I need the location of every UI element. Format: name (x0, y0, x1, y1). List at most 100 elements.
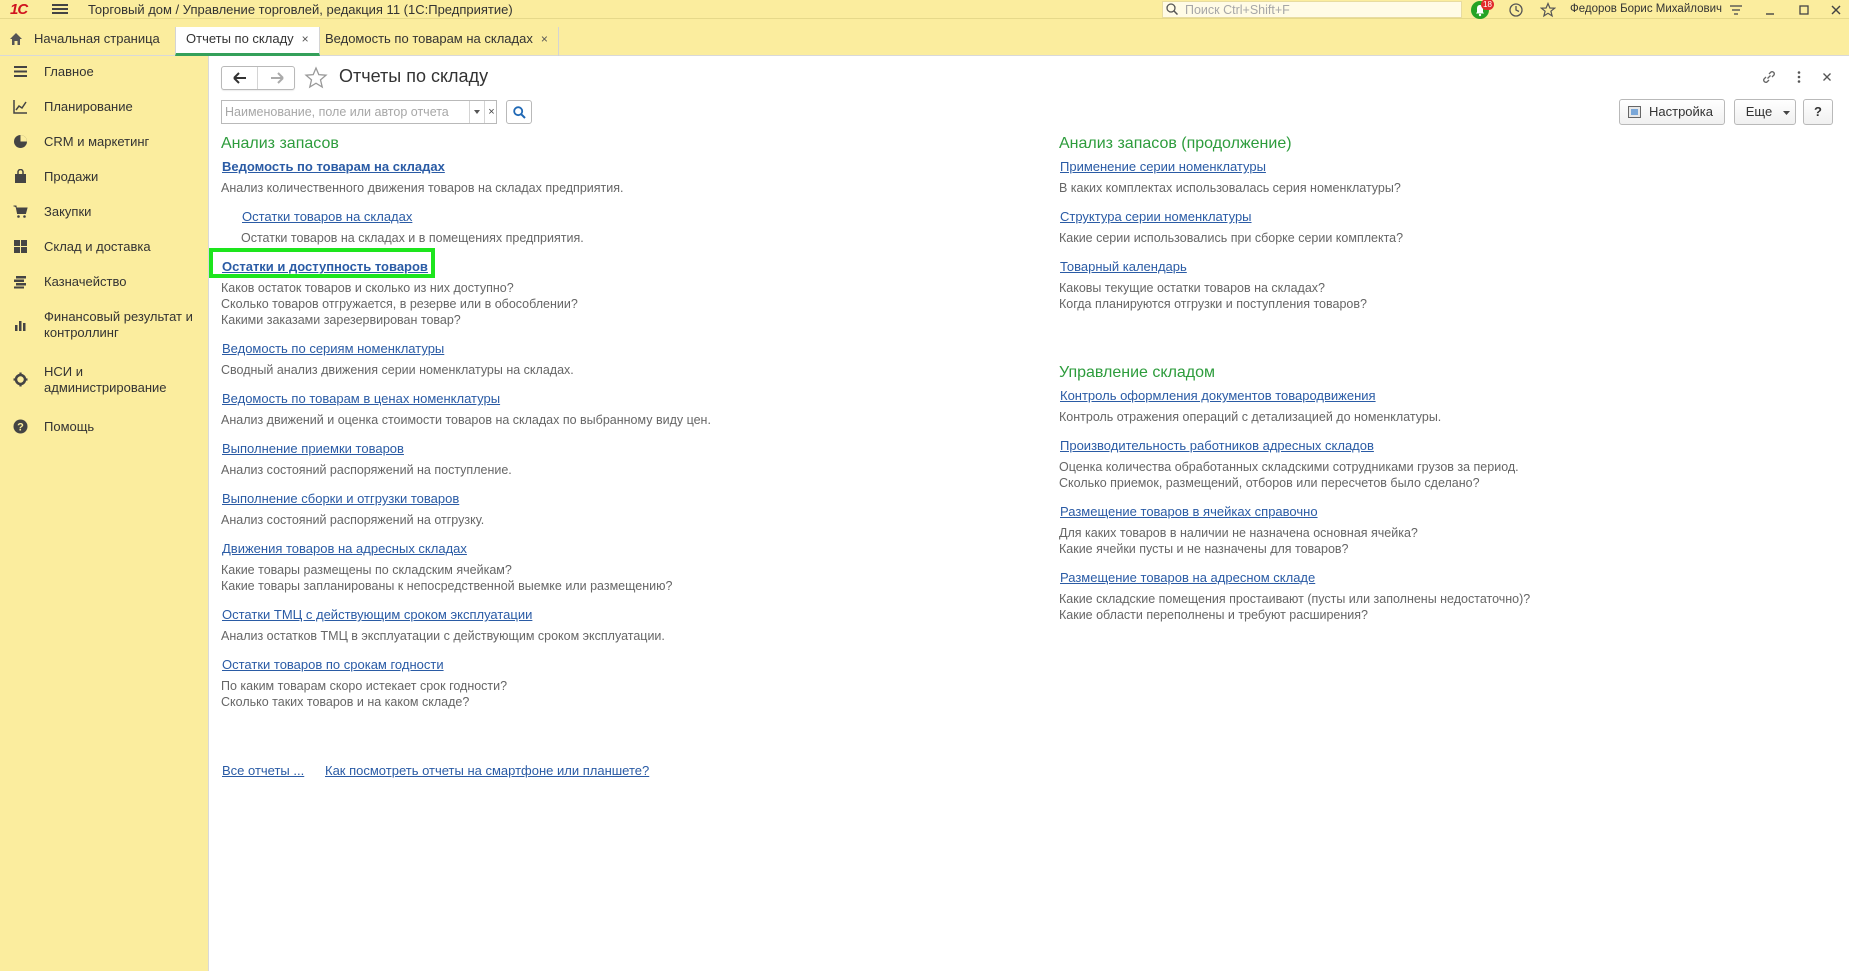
maximize-icon[interactable] (1796, 2, 1812, 18)
sidebar-item-planning[interactable]: Планирование (0, 91, 209, 121)
report-description: Какие товары размещены по складским ячей… (221, 563, 512, 577)
tab-warehouse-reports[interactable]: Отчеты по складу × (175, 27, 320, 56)
report-search-input[interactable]: Наименование, поле или автор отчета × (221, 100, 497, 124)
search-icon (513, 106, 526, 119)
report-link[interactable]: Ведомость по товарам в ценах номенклатур… (222, 391, 500, 406)
notifications-button[interactable]: 18 (1470, 0, 1494, 19)
more-button-label: Еще (1745, 104, 1773, 119)
sidebar-item-warehouse[interactable]: Склад и доставка (0, 231, 209, 261)
close-form-icon[interactable] (1819, 69, 1835, 85)
help-button[interactable]: ? (1803, 99, 1833, 125)
sidebar-item-main[interactable]: Главное (0, 56, 209, 86)
close-window-icon[interactable] (1828, 2, 1844, 18)
planning-icon (13, 100, 27, 114)
report-link-selected[interactable]: Остатки и доступность товаров (222, 259, 428, 274)
more-button[interactable]: Еще (1734, 99, 1796, 125)
favorites-star-icon[interactable] (1540, 2, 1556, 18)
report-link[interactable]: Применение серии номенклатуры (1060, 159, 1266, 174)
sidebar-item-label: Главное (44, 64, 94, 79)
report-link[interactable]: Размещение товаров в ячейках справочно (1060, 504, 1318, 519)
grid-icon (14, 240, 27, 253)
title-bar: 1С Торговый дом / Управление торговлей, … (0, 0, 1849, 19)
sidebar-item-crm[interactable]: CRM и маркетинг (0, 126, 209, 156)
minimize-icon[interactable] (1762, 2, 1778, 18)
all-reports-link[interactable]: Все отчеты ... (222, 763, 304, 778)
report-link[interactable]: Остатки ТМЦ с действующим сроком эксплуа… (222, 607, 532, 622)
app-title: Торговый дом / Управление торговлей, ред… (88, 2, 513, 17)
sidebar-item-label: Склад и доставка (44, 239, 151, 254)
main-menu-icon[interactable] (52, 2, 68, 16)
report-link[interactable]: Остатки товаров по срокам годности (222, 657, 444, 672)
notifications-count: 18 (1481, 0, 1494, 10)
sidebar-item-purchases[interactable]: Закупки (0, 196, 209, 226)
more-vertical-icon[interactable] (1791, 69, 1807, 85)
forward-button[interactable] (259, 67, 295, 89)
report-description: Контроль отражения операций с детализаци… (1059, 410, 1442, 424)
report-description: Когда планируются отгрузки и поступления… (1059, 297, 1367, 311)
page-title: Отчеты по складу (339, 66, 489, 86)
sidebar-item-sales[interactable]: Продажи (0, 161, 209, 191)
section-heading-stock-analysis: Анализ запасов (221, 135, 339, 152)
sidebar-item-finance[interactable]: Финансовый результат и контроллинг (0, 301, 209, 351)
sidebar-item-treasury[interactable]: Казначейство (0, 266, 209, 296)
link-icon[interactable] (1761, 69, 1777, 85)
section-heading-stock-analysis-cont: Анализ запасов (продолжение) (1059, 135, 1292, 152)
section-heading-warehouse-management: Управление складом (1059, 364, 1216, 381)
global-search-input[interactable]: Поиск Ctrl+Shift+F (1162, 1, 1462, 18)
report-description: Какими заказами зарезервирован товар? (221, 313, 461, 327)
report-link[interactable]: Ведомость по сериям номенклатуры (222, 341, 444, 356)
home-icon (10, 33, 22, 45)
report-link[interactable]: Выполнение приемки товаров (222, 441, 404, 456)
history-icon[interactable] (1508, 2, 1524, 18)
report-link[interactable]: Ведомость по товарам на складах (222, 159, 445, 174)
bar-chart-icon (15, 321, 26, 331)
report-link[interactable]: Структура серии номенклатуры (1060, 209, 1252, 224)
report-link[interactable]: Товарный календарь (1060, 259, 1187, 274)
pie-chart-icon (14, 135, 27, 148)
sidebar-item-label: Продажи (44, 169, 99, 184)
gear-icon (13, 372, 28, 387)
help-icon: ? (13, 419, 28, 434)
sidebar-item-label: Планирование (44, 99, 133, 114)
list-icon (14, 66, 27, 77)
sidebar-item-help[interactable]: ? Помощь (0, 411, 209, 441)
report-link[interactable]: Контроль оформления документов товародви… (1060, 388, 1376, 403)
report-panel: Отчеты по складу Наименование, поле или … (209, 56, 1849, 971)
report-description: Какие складские помещения простаивают (п… (1059, 592, 1531, 606)
report-link[interactable]: Выполнение сборки и отгрузки товаров (222, 491, 459, 506)
report-description: По каким товарам скоро истекает срок год… (221, 679, 508, 693)
sidebar-item-label: CRM и маркетинг (44, 134, 150, 149)
sidebar-item-label: НСИ и администрирование (44, 364, 167, 395)
coins-icon (14, 276, 26, 289)
bag-icon (15, 169, 26, 183)
report-description: Для каких товаров в наличии не назначена… (1059, 526, 1418, 540)
sidebar-item-label: Финансовый результат и контроллинг (44, 309, 193, 340)
report-description: Сколько товаров отгружается, в резерве и… (221, 297, 578, 311)
tab-stock-statement[interactable]: Ведомость по товарам на складах × (315, 27, 559, 56)
back-button[interactable] (222, 67, 258, 89)
help-button-label: ? (1814, 104, 1822, 119)
find-button[interactable] (506, 100, 532, 124)
settings-menu-icon[interactable] (1728, 2, 1744, 18)
clear-icon[interactable]: × (484, 101, 498, 123)
report-link[interactable]: Остатки товаров на складах (242, 209, 412, 224)
sidebar-item-label: Помощь (44, 419, 95, 434)
add-favorite-star-icon[interactable] (304, 66, 328, 90)
report-search-placeholder: Наименование, поле или автор отчета (225, 105, 449, 119)
close-tab-icon[interactable]: × (302, 32, 309, 46)
report-link[interactable]: Производительность работников адресных с… (1060, 438, 1374, 453)
report-description: Анализ состояний распоряжений на поступл… (221, 463, 512, 477)
tab-home[interactable]: Начальная страница (0, 27, 170, 56)
report-description: Какие ячейки пусты и не назначены для то… (1059, 542, 1349, 556)
report-link[interactable]: Размещение товаров на адресном складе (1060, 570, 1315, 585)
report-description: Сколько таких товаров и на каком складе? (221, 695, 470, 709)
user-name[interactable]: Федоров Борис Михайлович (1570, 3, 1722, 15)
sidebar-item-admin[interactable]: НСИ и администрирование (0, 356, 209, 406)
mobile-reports-link[interactable]: Как посмотреть отчеты на смартфоне или п… (325, 763, 649, 778)
close-tab-icon[interactable]: × (541, 32, 548, 46)
settings-button[interactable]: Настройка (1619, 99, 1725, 125)
report-link[interactable]: Движения товаров на адресных складах (222, 541, 467, 556)
dropdown-arrow-icon[interactable] (469, 101, 484, 123)
report-description: Каков остаток товаров и сколько из них д… (221, 281, 514, 295)
arrow-left-icon (233, 72, 246, 84)
